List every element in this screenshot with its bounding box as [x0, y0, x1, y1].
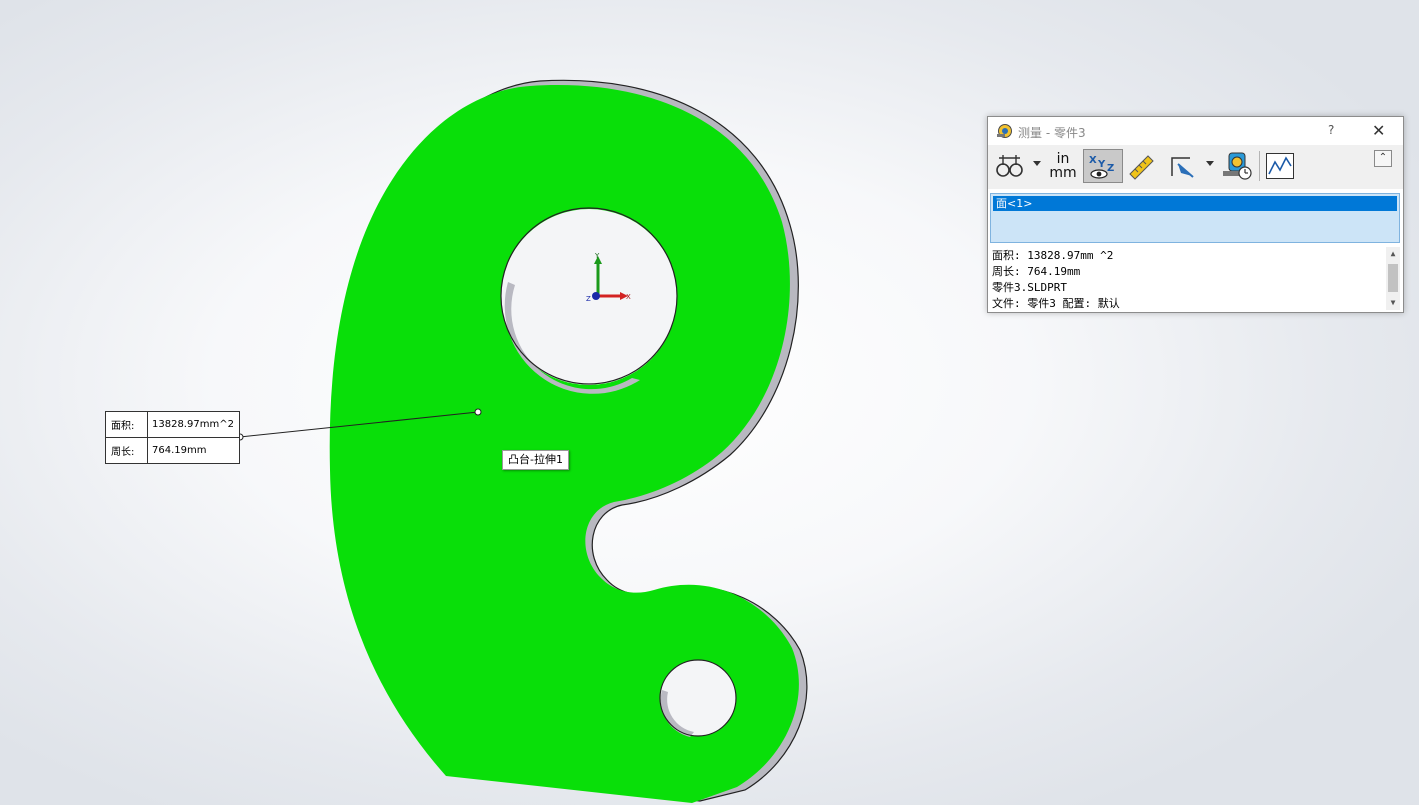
- measure-callout[interactable]: 面积: 13828.97mm^2 周长: 764.19mm: [105, 411, 240, 464]
- svg-text:X: X: [1089, 155, 1097, 166]
- result-area: 面积: 13828.97mm ^2: [992, 249, 1114, 262]
- tape-measure-icon: [997, 124, 1012, 138]
- sensor-icon: [1266, 153, 1294, 179]
- callout-area-value: 13828.97mm^2: [152, 419, 234, 430]
- projection-dropdown-arrow-icon[interactable]: [1206, 161, 1214, 167]
- results-scrollbar[interactable]: ▲ ▼: [1386, 247, 1400, 310]
- show-xyz-button[interactable]: X Y Z: [1083, 149, 1123, 183]
- callout-perimeter-label: 周长:: [106, 438, 148, 463]
- units-in-label: in: [1056, 151, 1070, 167]
- scroll-up-icon[interactable]: ▲: [1386, 247, 1400, 261]
- toolbar-separator: [1259, 151, 1260, 181]
- point-to-point-icon: [1129, 155, 1154, 180]
- units-precision-button[interactable]: in mm: [1046, 149, 1080, 183]
- callout-perimeter-value: 764.19mm: [152, 445, 207, 456]
- selection-item-face[interactable]: 面<1>: [993, 196, 1397, 211]
- measure-window-title: 测量 - 零件3: [1018, 126, 1086, 140]
- result-perimeter: 周长: 764.19mm: [992, 265, 1081, 278]
- measure-titlebar[interactable]: 测量 - 零件3 ? ✕: [988, 117, 1403, 145]
- measure-toolbar: in mm X Y Z ⌃: [988, 145, 1403, 189]
- triad-z-label: Z: [586, 295, 591, 303]
- triad-y-label: Y: [594, 252, 600, 260]
- collapse-button[interactable]: ⌃: [1374, 150, 1392, 167]
- units-mm-label: mm: [1049, 165, 1077, 181]
- create-sensor-button[interactable]: [1264, 149, 1296, 183]
- result-file: 零件3.SLDPRT: [992, 281, 1067, 294]
- arc-circle-button[interactable]: [994, 149, 1026, 183]
- help-button[interactable]: ?: [1328, 123, 1334, 137]
- arc-circle-measure-icon: [996, 155, 1023, 177]
- result-config: 文件: 零件3 配置: 默认: [992, 297, 1120, 310]
- scroll-thumb[interactable]: [1388, 264, 1398, 292]
- triad-x-label: X: [626, 293, 631, 301]
- leader-anchor-point: [474, 408, 482, 416]
- svg-text:Y: Y: [1097, 159, 1106, 170]
- projection-button[interactable]: [1166, 149, 1200, 183]
- arc-dropdown-arrow-icon[interactable]: [1033, 161, 1041, 167]
- measure-history-button[interactable]: [1219, 149, 1255, 183]
- measure-window[interactable]: 测量 - 零件3 ? ✕ in mm X Y Z ⌃ 面<1> 面积: 1382…: [987, 116, 1404, 313]
- feature-tooltip: 凸台-拉伸1: [502, 450, 569, 470]
- projection-icon: [1171, 157, 1194, 178]
- results-panel[interactable]: 面积: 13828.97mm ^2 周长: 764.19mm 零件3.SLDPR…: [990, 247, 1400, 310]
- close-button[interactable]: ✕: [1372, 121, 1385, 140]
- point-to-point-button[interactable]: [1125, 149, 1157, 183]
- xyz-show-icon: X Y Z: [1089, 155, 1114, 179]
- scroll-down-icon[interactable]: ▼: [1386, 296, 1400, 310]
- selection-list[interactable]: 面<1>: [990, 193, 1400, 243]
- callout-area-label: 面积:: [106, 412, 148, 437]
- measure-history-icon: [1223, 152, 1252, 180]
- svg-text:Z: Z: [1107, 163, 1114, 174]
